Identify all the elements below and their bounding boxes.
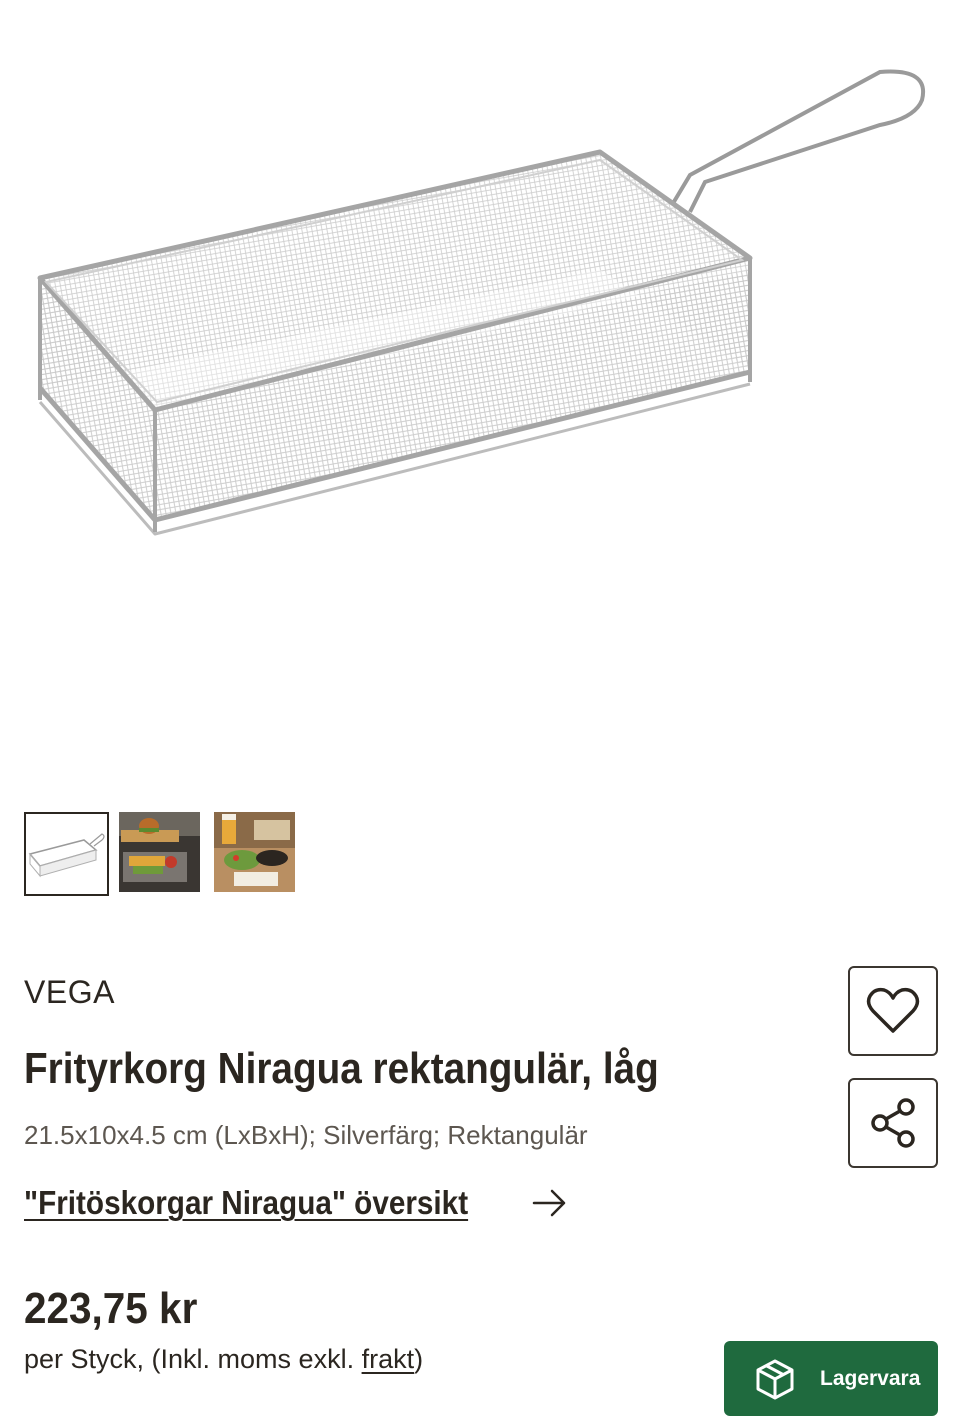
price-note-suffix: ) — [414, 1344, 424, 1374]
thumbnail-wire-basket[interactable] — [24, 812, 109, 896]
series-overview-link[interactable]: "Fritöskorgar Niragua" översikt — [24, 1184, 568, 1222]
thumbnail-strip — [24, 812, 299, 896]
freight-link[interactable]: frakt — [362, 1344, 415, 1374]
product-specs: 21.5x10x4.5 cm (LxBxH); Silverfärg; Rekt… — [24, 1120, 588, 1150]
share-icon — [871, 1098, 915, 1148]
thumbnail-burger-fries-serving[interactable] — [119, 812, 204, 896]
stock-status-badge: Lagervara — [724, 1341, 938, 1416]
product-price: 223,75 kr — [24, 1284, 198, 1333]
arrow-right-icon — [532, 1189, 566, 1217]
product-brand[interactable]: VEGA — [24, 974, 115, 1011]
product-main-image[interactable] — [0, 0, 960, 780]
series-overview-label[interactable]: "Fritöskorgar Niragua" översikt — [24, 1184, 469, 1222]
price-note-prefix: per Styck, (Inkl. moms exkl. — [24, 1344, 362, 1374]
package-icon — [756, 1359, 794, 1399]
product-title: Frityrkorg Niragua rektangulär, låg — [24, 1044, 659, 1093]
heart-icon — [866, 987, 920, 1033]
thumbnail-beer-salad-serving[interactable] — [214, 812, 299, 896]
share-button[interactable] — [848, 1078, 938, 1168]
stock-status-label: Lagervara — [820, 1366, 921, 1390]
price-note: per Styck, (Inkl. moms exkl. frakt) — [24, 1344, 423, 1375]
add-to-wishlist-button[interactable] — [848, 966, 938, 1056]
wire-basket-image — [37, 69, 926, 536]
